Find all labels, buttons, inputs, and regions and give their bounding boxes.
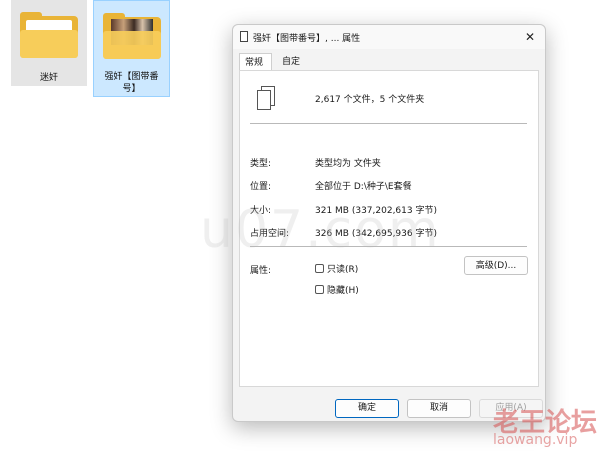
desktop-folder-2[interactable]: 强奸【图带番 号】: [93, 0, 170, 97]
readonly-checkbox-row[interactable]: 只读(R): [315, 262, 358, 275]
document-icon: [240, 31, 248, 42]
ok-button[interactable]: 确定: [335, 399, 399, 418]
attributes-label: 属性:: [250, 266, 272, 276]
title-bar[interactable]: 强奸【图带番号】, ... 属性 ✕: [233, 25, 545, 49]
hidden-label[interactable]: 隐藏(H): [327, 283, 359, 296]
hidden-checkbox-row[interactable]: 隐藏(H): [315, 283, 359, 296]
tab-custom[interactable]: 自定义: [277, 53, 313, 85]
desktop-folder-label: 强奸【图带番 号】: [94, 71, 169, 95]
url-watermark: laowang.vip: [493, 432, 578, 448]
selection-summary: 2,617 个文件，5 个文件夹: [315, 95, 425, 105]
advanced-button[interactable]: 高级(D)...: [464, 256, 528, 275]
close-button[interactable]: ✕: [521, 28, 539, 46]
multiple-files-icon: [257, 86, 275, 110]
tab-general[interactable]: 常规: [239, 53, 272, 71]
window-title: 强奸【图带番号】, ... 属性: [253, 34, 361, 44]
center-watermark: u07.com: [200, 200, 441, 260]
readonly-label[interactable]: 只读(R): [327, 262, 358, 275]
readonly-checkbox[interactable]: [315, 264, 324, 273]
location-value: 全部位于 D:\种子\E套餐: [315, 182, 412, 192]
folder-thumbnail-icon: [103, 13, 161, 59]
folder-icon: [20, 12, 78, 58]
desktop-folder-label: 迷奸: [39, 73, 58, 83]
cancel-button[interactable]: 取消: [407, 399, 471, 418]
location-label: 位置:: [250, 182, 272, 192]
desktop-folder-1[interactable]: 迷奸: [11, 0, 87, 86]
divider: [250, 123, 527, 124]
desktop-folder-label-line1: 强奸【图带番: [104, 72, 159, 82]
type-value: 类型均为 文件夹: [315, 159, 381, 169]
type-label: 类型:: [250, 159, 272, 169]
desktop-folder-label-line2: 号】: [122, 84, 141, 94]
hidden-checkbox[interactable]: [315, 285, 324, 294]
